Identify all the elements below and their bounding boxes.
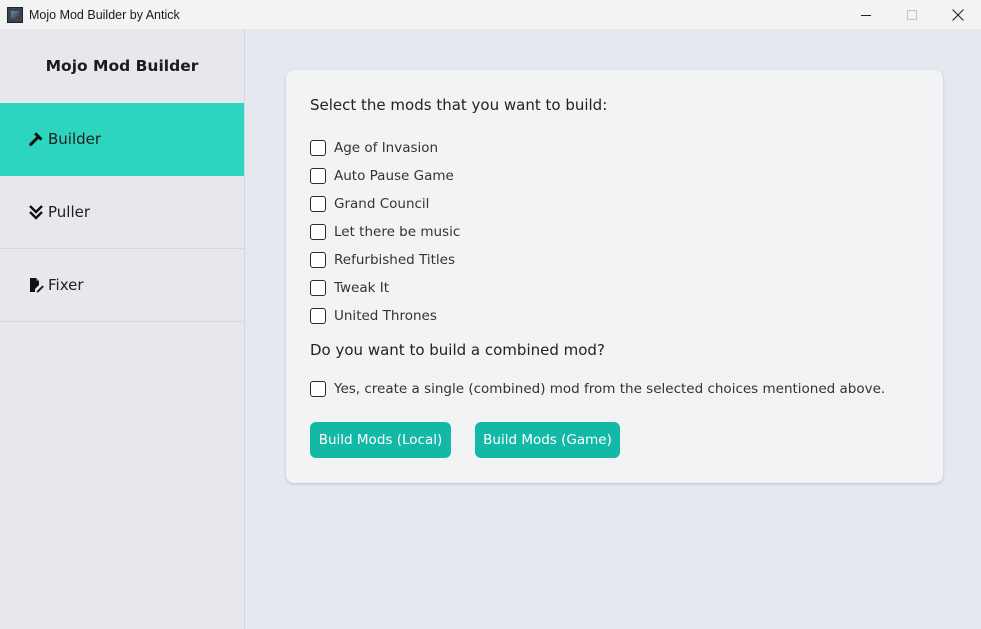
checkbox[interactable] [310, 252, 326, 268]
sidebar-title: Mojo Mod Builder [45, 57, 199, 75]
mod-label: Let there be music [334, 224, 461, 240]
checkbox[interactable] [310, 168, 326, 184]
sidebar-item-fixer[interactable]: Fixer [0, 249, 244, 322]
mod-label: United Thrones [334, 308, 437, 324]
minimize-button[interactable] [843, 0, 889, 29]
window-controls [843, 0, 981, 29]
mod-label: Age of Invasion [334, 140, 439, 156]
mod-label: Grand Council [334, 196, 430, 212]
combined-mod-prompt: Do you want to build a combined mod? [310, 341, 605, 359]
app-icon [7, 6, 23, 23]
sidebar-item-puller[interactable]: Puller [0, 176, 244, 249]
checkbox[interactable] [310, 196, 326, 212]
maximize-button[interactable] [889, 0, 935, 29]
sidebar-item-label: Puller [48, 203, 91, 221]
mod-option-let-there-be-music[interactable]: Let there be music [310, 218, 460, 246]
mod-list: Age of Invasion Auto Pause Game Grand Co… [310, 134, 460, 330]
mod-option-grand-council[interactable]: Grand Council [310, 190, 460, 218]
mod-option-tweak-it[interactable]: Tweak It [310, 274, 460, 302]
checkbox[interactable] [310, 280, 326, 296]
checkbox[interactable] [310, 308, 326, 324]
select-mods-prompt: Select the mods that you want to build: [310, 96, 608, 114]
checkbox[interactable] [310, 381, 326, 397]
title-bar: Mojo Mod Builder by Antick [0, 0, 981, 29]
mod-option-united-thrones[interactable]: United Thrones [310, 302, 460, 330]
combined-mod-option[interactable]: Yes, create a single (combined) mod from… [310, 375, 885, 403]
build-mods-local-button[interactable]: Build Mods (Local) [310, 422, 451, 458]
mod-label: Tweak It [334, 280, 390, 296]
build-mods-game-button[interactable]: Build Mods (Game) [475, 422, 620, 458]
window-title: Mojo Mod Builder by Antick [29, 7, 180, 22]
mod-label: Auto Pause Game [334, 168, 454, 184]
checkbox[interactable] [310, 224, 326, 240]
double-chevron-down-icon [28, 204, 44, 220]
mod-label: Refurbished Titles [334, 252, 455, 268]
sidebar-item-builder[interactable]: Builder [0, 103, 244, 176]
minimize-icon [861, 14, 871, 16]
maximize-icon [907, 9, 917, 20]
sidebar-item-label: Fixer [48, 276, 84, 294]
combined-mod-label: Yes, create a single (combined) mod from… [334, 381, 886, 397]
mod-option-auto-pause-game[interactable]: Auto Pause Game [310, 162, 460, 190]
sidebar-item-label: Builder [48, 130, 102, 148]
checkbox[interactable] [310, 140, 326, 156]
mod-option-refurbished-titles[interactable]: Refurbished Titles [310, 246, 460, 274]
builder-card: Select the mods that you want to build: … [286, 70, 943, 483]
close-button[interactable] [935, 0, 981, 29]
close-icon [952, 8, 964, 21]
file-edit-icon [28, 277, 44, 293]
hammer-icon [28, 131, 44, 147]
sidebar: Mojo Mod Builder Builder Puller Fixer [0, 29, 245, 629]
mod-option-age-of-invasion[interactable]: Age of Invasion [310, 134, 460, 162]
